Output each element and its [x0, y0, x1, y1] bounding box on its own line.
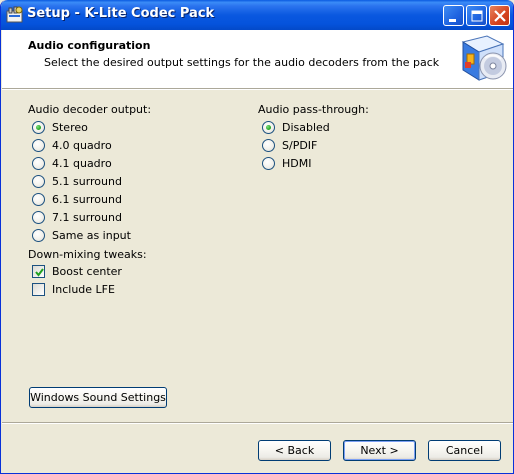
radio-label: S/PDIF — [282, 138, 318, 152]
radio-label: HDMI — [282, 156, 312, 170]
radio-button[interactable] — [262, 120, 275, 134]
checkbox[interactable] — [32, 264, 45, 278]
radio-button[interactable] — [32, 210, 45, 224]
radio-button[interactable] — [32, 156, 45, 170]
back-button[interactable]: < Back — [258, 440, 331, 461]
radio-label: Stereo — [52, 120, 88, 134]
page-subtitle: Select the desired output settings for t… — [44, 56, 440, 69]
minimize-icon — [449, 19, 456, 22]
radio-hdmi[interactable]: HDMI — [262, 155, 311, 171]
windows-sound-settings-button[interactable]: Windows Sound Settings — [29, 387, 167, 408]
radio-disabled[interactable]: Disabled — [262, 119, 330, 135]
radio-6-1-surround[interactable]: 6.1 surround — [32, 191, 122, 207]
radio-label: Same as input — [52, 228, 131, 242]
checkbox-label: Boost center — [52, 264, 122, 278]
radio-spdif[interactable]: S/PDIF — [262, 137, 317, 153]
minimize-button[interactable] — [443, 5, 464, 26]
radio-button[interactable] — [32, 228, 45, 242]
radio-button[interactable] — [32, 192, 45, 206]
window-title: Setup - K-Lite Codec Pack — [27, 6, 215, 21]
radio-button[interactable] — [32, 120, 45, 134]
radio-label: 4.0 quadro — [52, 138, 112, 152]
checkbox[interactable] — [32, 282, 45, 296]
radio-stereo[interactable]: Stereo — [32, 119, 88, 135]
radio-same-as-input[interactable]: Same as input — [32, 227, 131, 243]
checkmark-icon — [35, 267, 44, 277]
decoder-output-label: Audio decoder output: — [28, 103, 152, 116]
header-divider — [2, 88, 513, 90]
downmix-label: Down-mixing tweaks: — [28, 248, 147, 261]
radio-label: Disabled — [282, 120, 330, 134]
radio-button[interactable] — [262, 156, 275, 170]
codec-pack-logo-icon — [461, 35, 507, 81]
setup-window: Setup - K-Lite Codec Pack Audio configur… — [0, 0, 514, 474]
title-bar[interactable]: Setup - K-Lite Codec Pack — [1, 0, 513, 30]
wizard-header: Audio configuration Select the desired o… — [2, 30, 513, 88]
radio-4-1-quadro[interactable]: 4.1 quadro — [32, 155, 112, 171]
cancel-button[interactable]: Cancel — [428, 440, 501, 461]
page-title: Audio configuration — [28, 39, 151, 52]
radio-button[interactable] — [32, 174, 45, 188]
radio-label: 7.1 surround — [52, 210, 122, 224]
checkbox-include-lfe[interactable]: Include LFE — [32, 281, 115, 297]
passthrough-label: Audio pass-through: — [258, 103, 369, 116]
radio-4-0-quadro[interactable]: 4.0 quadro — [32, 137, 112, 153]
radio-7-1-surround[interactable]: 7.1 surround — [32, 209, 122, 225]
radio-button[interactable] — [32, 138, 45, 152]
checkbox-boost-center[interactable]: Boost center — [32, 263, 122, 279]
maximize-button[interactable] — [466, 5, 487, 26]
next-button[interactable]: Next > — [343, 440, 416, 461]
maximize-icon — [471, 10, 483, 22]
footer-divider — [2, 422, 513, 424]
radio-label: 5.1 surround — [52, 174, 122, 188]
radio-label: 6.1 surround — [52, 192, 122, 206]
setup-app-icon — [6, 6, 23, 23]
close-icon — [494, 10, 506, 22]
radio-button[interactable] — [262, 138, 275, 152]
radio-5-1-surround[interactable]: 5.1 surround — [32, 173, 122, 189]
checkbox-label: Include LFE — [52, 282, 115, 296]
close-button[interactable] — [489, 5, 510, 26]
radio-label: 4.1 quadro — [52, 156, 112, 170]
